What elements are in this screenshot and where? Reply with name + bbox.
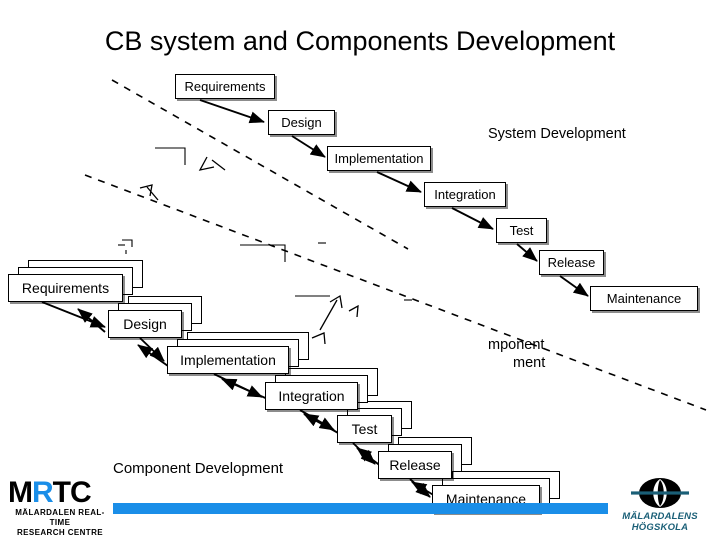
component-phase-implementation[interactable]: Implementation <box>167 346 289 374</box>
component-phase-label: Release <box>389 457 441 473</box>
system-phase-test[interactable]: Test <box>496 218 547 243</box>
component-development-occluded-label-line1: mponent <box>488 337 545 353</box>
mrtc-letter-m: M <box>8 476 33 509</box>
mrtc-subtitle-line1: MÄLARDALEN REAL-TIME <box>15 508 105 527</box>
component-phase-release[interactable]: Release <box>378 451 452 479</box>
component-phase-label: Requirements <box>21 280 110 296</box>
system-phase-implementation[interactable]: Implementation <box>327 146 431 171</box>
component-phase-test[interactable]: Test <box>337 415 392 443</box>
system-phase-design[interactable]: Design <box>268 110 335 135</box>
mrtc-subtitle-line2: RESEARCH CENTRE <box>16 528 103 537</box>
mrtc-letters-tc: TC <box>52 476 92 509</box>
system-phase-label: Integration <box>434 187 496 202</box>
component-phase-label: Implementation <box>180 352 276 368</box>
system-phase-requirements[interactable]: Requirements <box>175 74 275 99</box>
system-phase-label: Release <box>547 255 596 270</box>
page-title: CB system and Components Development <box>104 26 616 56</box>
component-development-occluded-label-line2: ment <box>513 355 546 371</box>
mdh-wordmark: MÄLARDALENS HÖGSKOLA <box>622 511 698 533</box>
system-phase-integration[interactable]: Integration <box>424 182 506 207</box>
mrtc-wordmark: MRTC <box>8 478 112 508</box>
globe-icon <box>631 478 689 508</box>
system-phase-label: Design <box>281 115 322 130</box>
component-development-group-label: Component Development <box>113 460 284 477</box>
component-phase-integration[interactable]: Integration <box>265 382 358 410</box>
mdh-logo: MÄLARDALENS HÖGSKOLA <box>604 476 716 533</box>
system-phase-label: Requirements <box>184 79 266 94</box>
component-phase-label: Design <box>123 316 167 332</box>
slide-canvas: CB system and Components Development Req… <box>0 0 720 540</box>
component-phase-design[interactable]: Design <box>108 310 182 338</box>
system-phase-maintenance[interactable]: Maintenance <box>590 286 698 311</box>
component-phase-label: Test <box>351 421 378 437</box>
component-phase-label: Integration <box>278 388 345 404</box>
component-phase-requirements[interactable]: Requirements <box>8 274 123 302</box>
system-phase-label: Maintenance <box>606 291 682 306</box>
mrtc-logo: MRTC MÄLARDALEN REAL-TIME RESEARCH CENTR… <box>8 478 112 538</box>
system-phase-label: Test <box>509 223 534 238</box>
system-phase-label: Implementation <box>334 151 424 166</box>
mrtc-letter-r: R <box>32 476 54 509</box>
system-development-group-label: System Development <box>488 126 626 142</box>
footer-accent-bar <box>113 503 608 514</box>
system-phase-release[interactable]: Release <box>539 250 604 275</box>
